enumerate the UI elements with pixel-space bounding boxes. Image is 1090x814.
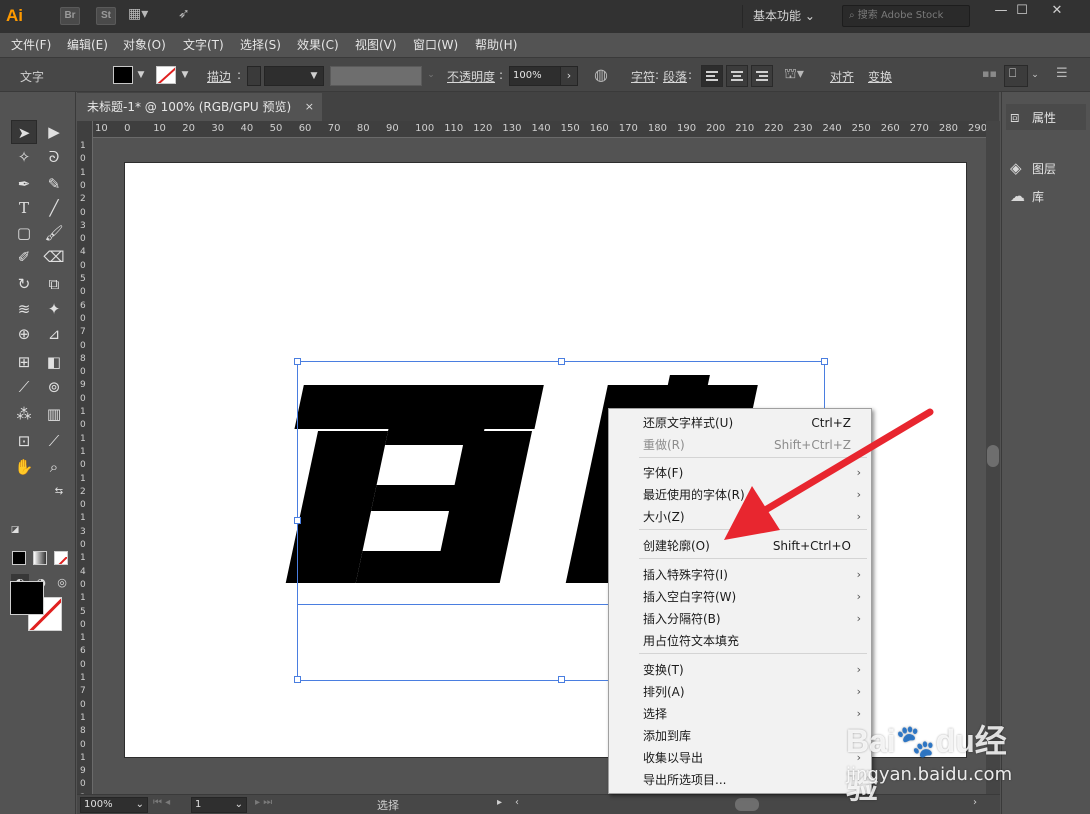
watermark-url: jingyan.baidu.com <box>846 764 1013 785</box>
paw-icon: 🐾 <box>895 723 936 759</box>
red-arrow-annotation <box>724 408 934 540</box>
fill-swatch[interactable] <box>10 581 44 615</box>
watermark-brand: Bai🐾du经验 <box>846 723 1007 805</box>
baidu-watermark: Bai🐾du经验 jingyan.baidu.com <box>846 716 1036 805</box>
